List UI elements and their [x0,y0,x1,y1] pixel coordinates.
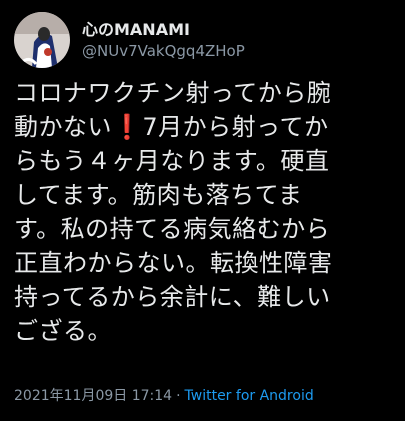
tweet-line-2a: 動かない [14,113,112,141]
meta-separator: · [176,388,181,404]
tweet-line-3: らもう４ヶ月なります。硬直 [14,147,330,175]
tweet-text: コロナワクチン射ってから腕 動かない❗7月から射ってか らもう４ヶ月なります。硬… [14,76,394,348]
user-info: 心のMANAMI @NUv7VakQgq4ZHoP [82,20,245,61]
tweet-line-1: コロナワクチン射ってから腕 [14,79,332,107]
tweet-card: 心のMANAMI @NUv7VakQgq4ZHoP コロナワクチン射ってから腕 … [0,0,405,421]
tweet-line-5: す。私の持てる病気絡むから [14,215,331,243]
display-name[interactable]: 心のMANAMI [82,20,245,40]
tweet-line-6: 正直わからない。転換性障害 [14,249,333,277]
tweet-header: 心のMANAMI @NUv7VakQgq4ZHoP [14,12,245,68]
exclamation-icon: ❗ [112,113,143,141]
tweet-line-2b: 7月から射ってか [142,113,329,141]
source-link[interactable]: Twitter for Android [185,388,314,404]
avatar-image [14,12,70,68]
tweet-line-8: ござる。 [14,317,112,345]
tweet-meta: 2021年11月09日 17:14 · Twitter for Android [14,385,314,405]
avatar[interactable] [14,12,70,68]
timestamp[interactable]: 2021年11月09日 17:14 [14,388,172,404]
tweet-line-4: してます。筋肉も落ちてま [14,181,303,209]
user-handle[interactable]: @NUv7VakQgq4ZHoP [82,42,245,61]
tweet-line-7: 持ってるから余計に、難しい [14,283,331,311]
